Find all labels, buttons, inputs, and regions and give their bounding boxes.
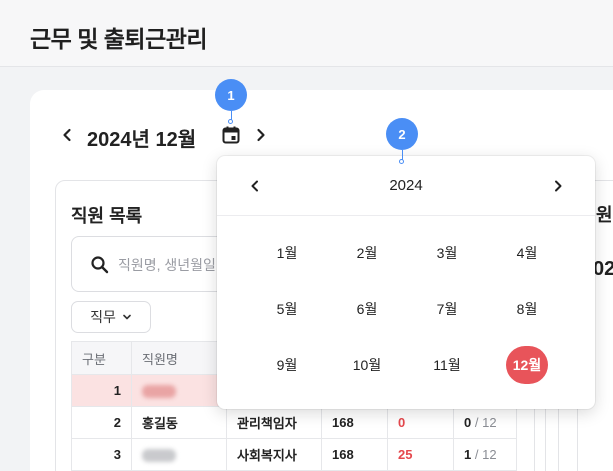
work-hours: 168: [321, 406, 388, 439]
next-year-button[interactable]: [548, 176, 568, 196]
month-option[interactable]: 1월: [266, 234, 308, 272]
detail-title-fragment: 원: [596, 205, 613, 225]
picker-year-label: 2024: [389, 177, 423, 194]
page-title: 근무 및 출퇴근관리: [30, 26, 208, 52]
blurred-name: [142, 449, 176, 463]
month-option-selected[interactable]: 12월: [506, 346, 548, 384]
next-month-button[interactable]: [252, 120, 270, 150]
chevron-left-icon: [63, 128, 71, 142]
month-option[interactable]: 4월: [506, 234, 548, 272]
employee-role: 사회복지사: [226, 438, 322, 471]
column-header: 구분: [71, 341, 132, 375]
employee-name: 홍길동: [131, 406, 227, 439]
chevron-right-icon: [257, 128, 265, 142]
prev-month-button[interactable]: [58, 120, 76, 150]
progress-done: 0: [464, 415, 472, 430]
app-header: 근무 및 출퇴근관리: [0, 0, 613, 67]
table-row[interactable]: 2 홍길동 관리책임자 168 0 0 / 12: [71, 406, 517, 439]
column-header: 직원명: [131, 341, 227, 375]
annotation-marker: 2: [386, 118, 418, 150]
panel-title: 직원 목록: [71, 206, 143, 226]
month-option[interactable]: 8월: [506, 290, 548, 328]
marker-anchor: [228, 119, 233, 124]
row-number: 3: [71, 438, 132, 471]
current-month-label: 2024년 12월: [87, 129, 197, 151]
progress-cell: 0 / 12: [453, 406, 517, 439]
progress-total: / 12: [474, 415, 497, 430]
chevron-right-icon: [555, 180, 562, 192]
row-number: 2: [71, 406, 132, 439]
chevron-down-icon: [123, 314, 131, 320]
month-option[interactable]: 7월: [426, 290, 468, 328]
blurred-name: [142, 385, 176, 399]
month-option[interactable]: 6월: [346, 290, 388, 328]
annotation-marker: 1: [215, 79, 247, 111]
month-option[interactable]: 9월: [266, 346, 308, 384]
calendar-button[interactable]: [220, 124, 242, 146]
search-icon: [91, 256, 109, 274]
filter-label: 직무: [90, 309, 116, 325]
marker-anchor: [399, 159, 404, 164]
work-hours: 168: [321, 438, 388, 471]
month-option[interactable]: 5월: [266, 290, 308, 328]
employee-name: [131, 438, 227, 471]
month-option[interactable]: 10월: [346, 346, 388, 384]
row-number: 1: [71, 374, 132, 407]
table-row[interactable]: 3 사회복지사 168 25 1 / 12: [71, 438, 517, 471]
count-cell: 25: [387, 438, 454, 471]
month-option[interactable]: 2월: [346, 234, 388, 272]
detail-value-fragment: 02: [593, 258, 613, 280]
calendar-icon: [222, 126, 240, 144]
month-option[interactable]: 3월: [426, 234, 468, 272]
progress-done: 1: [464, 447, 472, 462]
year-month-picker: 2024 1월 2월 3월 4월 5월 6월 7월 8월 9월 10월 11월 …: [217, 156, 595, 409]
picker-header: 2024: [217, 156, 595, 216]
month-option[interactable]: 11월: [426, 346, 468, 384]
job-filter-dropdown[interactable]: 직무: [71, 301, 151, 333]
progress-cell: 1 / 12: [453, 438, 517, 471]
count-cell: 0: [387, 406, 454, 439]
progress-total: / 12: [474, 447, 497, 462]
employee-name: [131, 374, 227, 407]
employee-role: 관리책임자: [226, 406, 322, 439]
